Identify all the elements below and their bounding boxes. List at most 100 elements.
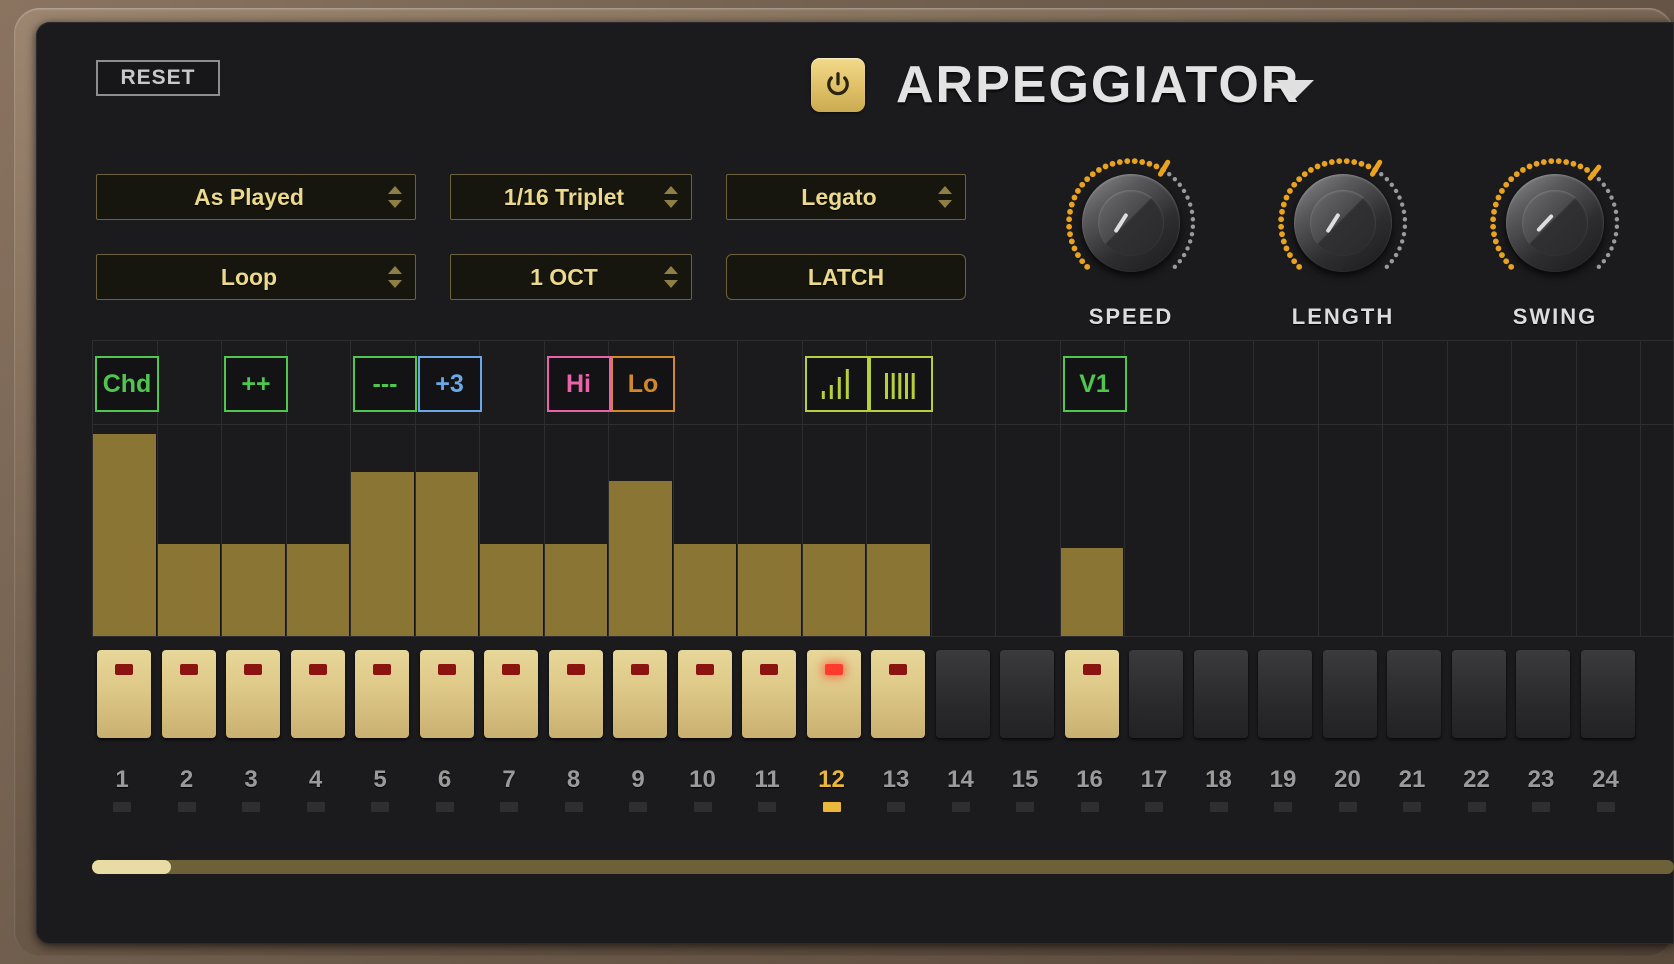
step-pad[interactable] <box>1258 650 1312 738</box>
step-badge-lo[interactable]: Lo <box>611 356 675 412</box>
step-pad[interactable] <box>1322 650 1377 738</box>
step-marker[interactable] <box>1145 802 1163 812</box>
step-badge-chd[interactable]: Chd <box>95 356 159 412</box>
step-number[interactable]: 20 <box>1318 766 1378 794</box>
horizontal-scrollbar[interactable] <box>92 860 1674 874</box>
velocity-bar[interactable] <box>157 544 221 636</box>
selector-play-mode[interactable]: Loop <box>96 254 416 300</box>
step-marker[interactable] <box>758 802 776 812</box>
reset-button[interactable]: RESET <box>96 60 220 96</box>
step-badge-hi[interactable]: Hi <box>546 356 611 412</box>
velocity-bar[interactable] <box>351 472 415 636</box>
step-marker[interactable] <box>1338 802 1357 812</box>
selector-rate-spinner[interactable] <box>659 186 683 208</box>
step-marker[interactable] <box>177 802 196 812</box>
velocity-bar[interactable] <box>480 544 544 636</box>
selector-rate[interactable]: 1/16 Triplet <box>450 174 692 220</box>
velocity-bar[interactable] <box>544 544 608 636</box>
step-marker[interactable] <box>1467 802 1486 812</box>
step-badge-sym[interactable]: --- <box>353 356 417 412</box>
step-number[interactable]: 3 <box>221 766 281 794</box>
step-marker[interactable] <box>500 802 518 812</box>
step-badge-3[interactable]: +3 <box>417 356 482 412</box>
step-number[interactable]: 6 <box>415 766 475 794</box>
velocity-bar[interactable] <box>867 544 931 636</box>
step-pad[interactable] <box>161 650 216 738</box>
knob-swing[interactable] <box>1480 148 1630 298</box>
step-number[interactable]: 5 <box>350 766 410 794</box>
step-number[interactable]: 22 <box>1447 766 1507 794</box>
velocity-bar[interactable] <box>415 472 479 636</box>
step-marker[interactable] <box>1532 802 1550 812</box>
latch-button[interactable]: LATCH <box>726 254 966 300</box>
velocity-bar[interactable] <box>286 544 350 636</box>
step-marker[interactable] <box>1403 802 1421 812</box>
spinner-down-icon[interactable] <box>664 280 678 288</box>
step-pad[interactable] <box>677 650 732 738</box>
step-number[interactable]: 16 <box>1060 766 1120 794</box>
step-marker[interactable] <box>887 802 905 812</box>
step-badge-sym[interactable]: ++ <box>224 356 288 412</box>
step-marker[interactable] <box>1016 802 1034 812</box>
step-pad[interactable] <box>1387 650 1441 738</box>
step-number[interactable]: 1 <box>92 766 152 794</box>
step-number[interactable]: 13 <box>866 766 926 794</box>
selector-note-mode-spinner[interactable] <box>933 186 957 208</box>
step-marker[interactable] <box>1209 802 1228 812</box>
step-pad[interactable] <box>1451 650 1506 738</box>
spinner-up-icon[interactable] <box>388 266 402 274</box>
knob-length[interactable] <box>1268 148 1418 298</box>
step-number[interactable]: 12 <box>802 766 862 794</box>
selector-octave[interactable]: 1 OCT <box>450 254 692 300</box>
step-pad[interactable] <box>484 650 538 738</box>
step-marker[interactable] <box>822 802 841 812</box>
step-pad[interactable] <box>355 650 409 738</box>
step-number[interactable]: 19 <box>1253 766 1313 794</box>
velocity-bar[interactable] <box>222 544 286 636</box>
step-marker[interactable] <box>951 802 970 812</box>
spinner-up-icon[interactable] <box>664 266 678 274</box>
spinner-down-icon[interactable] <box>388 280 402 288</box>
step-pad[interactable] <box>1000 650 1054 738</box>
selector-order-spinner[interactable] <box>383 186 407 208</box>
step-number[interactable]: 14 <box>931 766 991 794</box>
step-pad[interactable] <box>1516 650 1570 738</box>
step-pad[interactable] <box>1193 650 1248 738</box>
step-marker[interactable] <box>564 802 583 812</box>
spinner-up-icon[interactable] <box>938 186 952 194</box>
selector-note-mode[interactable]: Legato <box>726 174 966 220</box>
step-pad[interactable] <box>226 650 280 738</box>
step-pad[interactable] <box>613 650 667 738</box>
step-marker[interactable] <box>629 802 647 812</box>
step-number[interactable]: 21 <box>1382 766 1442 794</box>
step-marker[interactable] <box>306 802 325 812</box>
selector-octave-spinner[interactable] <box>659 266 683 288</box>
step-marker[interactable] <box>693 802 712 812</box>
velocity-bar[interactable] <box>802 544 866 636</box>
scrollbar-thumb[interactable] <box>92 860 172 874</box>
step-number[interactable]: 7 <box>479 766 539 794</box>
step-number[interactable]: 10 <box>673 766 733 794</box>
step-pad[interactable] <box>419 650 474 738</box>
velocity-bar[interactable] <box>609 481 673 636</box>
step-number[interactable]: 2 <box>157 766 217 794</box>
spinner-down-icon[interactable] <box>938 200 952 208</box>
spinner-up-icon[interactable] <box>388 186 402 194</box>
spinner-down-icon[interactable] <box>664 200 678 208</box>
step-pad[interactable] <box>742 650 796 738</box>
step-number[interactable]: 23 <box>1511 766 1571 794</box>
power-button[interactable] <box>811 58 865 112</box>
spinner-up-icon[interactable] <box>664 186 678 194</box>
chevron-down-icon[interactable] <box>1276 80 1314 99</box>
step-number[interactable]: 4 <box>286 766 346 794</box>
step-marker[interactable] <box>371 802 389 812</box>
step-number[interactable]: 18 <box>1189 766 1249 794</box>
step-number[interactable]: 9 <box>608 766 668 794</box>
step-pad[interactable] <box>1580 650 1635 738</box>
step-number[interactable]: 24 <box>1576 766 1636 794</box>
step-marker[interactable] <box>435 802 454 812</box>
velocity-bar[interactable] <box>738 544 802 636</box>
step-pad[interactable] <box>871 650 925 738</box>
velocity-bar[interactable] <box>1060 548 1124 636</box>
step-badge-even-bars-icon[interactable] <box>869 356 933 412</box>
